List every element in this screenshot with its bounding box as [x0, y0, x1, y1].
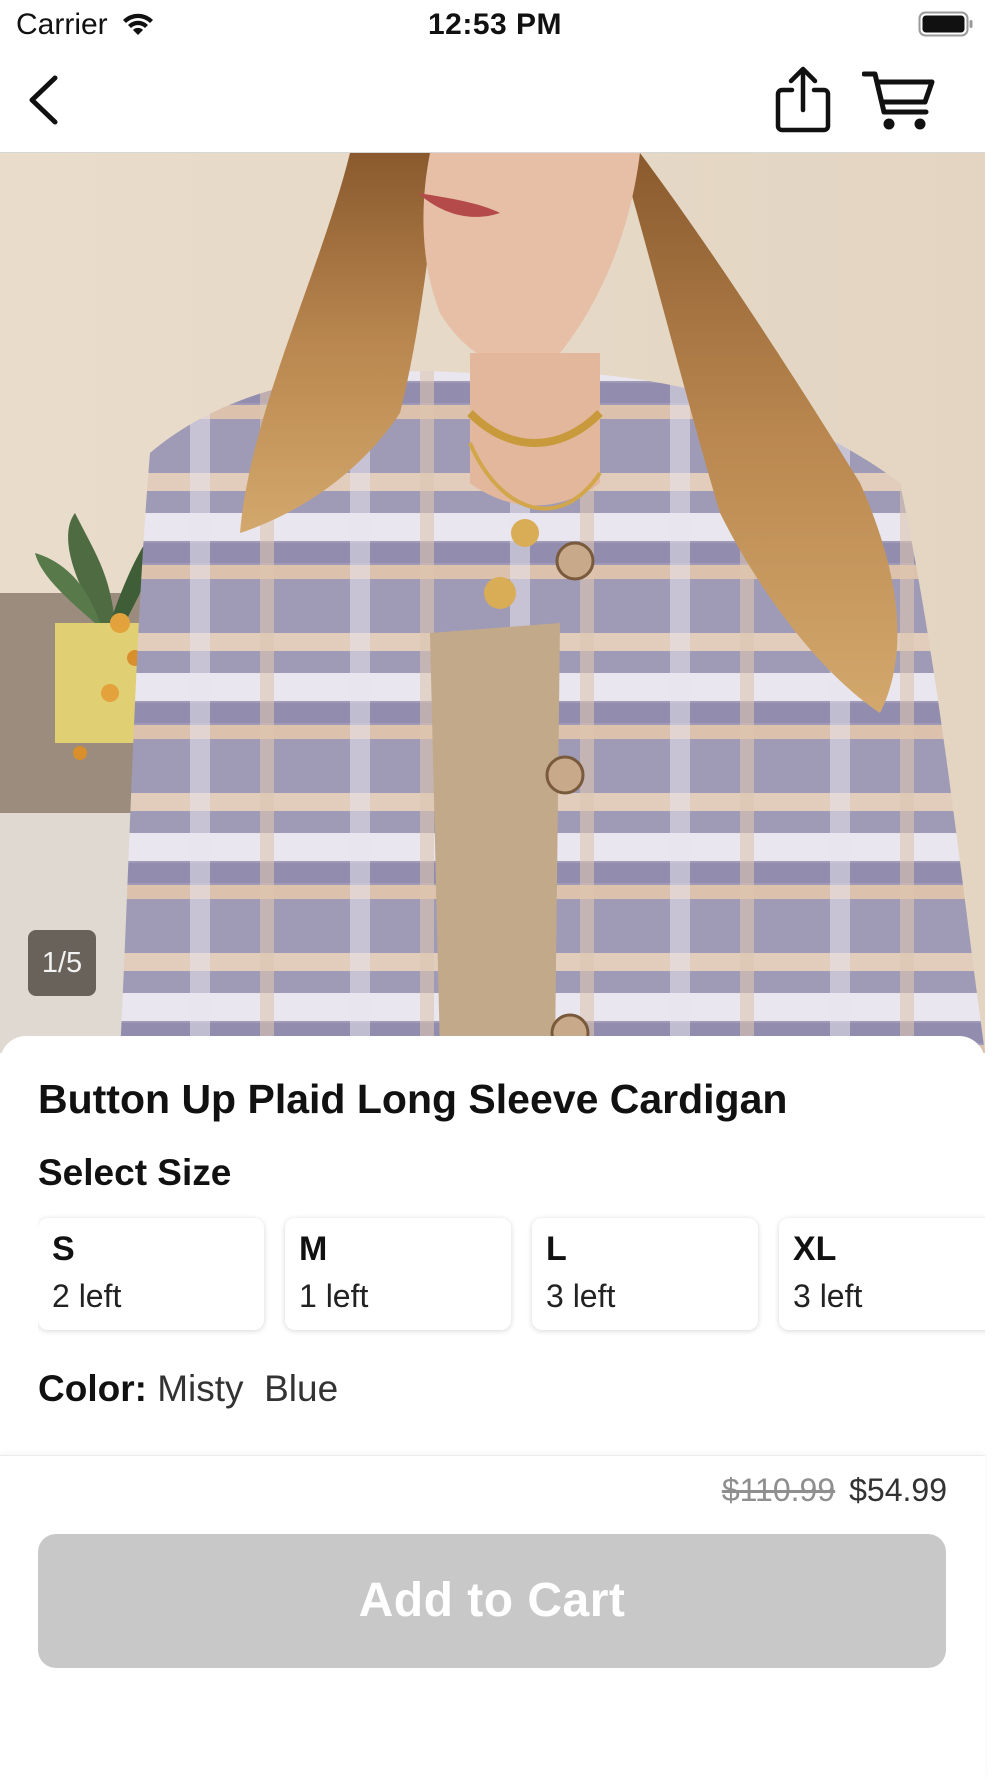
- size-label: L: [546, 1230, 567, 1268]
- original-price: $110.99: [721, 1472, 836, 1508]
- size-stock: 3 left: [793, 1278, 863, 1314]
- product-details-sheet: Button Up Plaid Long Sleeve Cardigan Sel…: [0, 1036, 985, 1456]
- product-title: Button Up Plaid Long Sleeve Cardigan: [38, 1076, 788, 1122]
- size-stock: 1 left: [299, 1278, 369, 1314]
- size-option-xl[interactable]: XL 3 left: [779, 1218, 985, 1330]
- image-counter: 1/5: [28, 930, 96, 996]
- size-stock: 3 left: [546, 1278, 616, 1314]
- navigation-bar: [0, 50, 985, 153]
- cart-icon: [861, 71, 935, 130]
- back-button[interactable]: [22, 72, 72, 128]
- size-label: XL: [793, 1230, 837, 1268]
- status-bar: Carrier 12:53 PM: [0, 0, 990, 50]
- product-detail-screen: Carrier 12:53 PM 1/5 Button Up Plaid Lon…: [0, 0, 1000, 1779]
- add-to-cart-button[interactable]: Add to Cart: [38, 1534, 946, 1668]
- product-image-gallery[interactable]: 1/5: [0, 153, 985, 1053]
- size-label: M: [299, 1230, 328, 1268]
- battery-full-icon: [918, 11, 973, 37]
- color-label: Color:: [38, 1368, 147, 1409]
- size-selector: S 2 left M 1 left L 3 left XL 3 left: [38, 1212, 985, 1336]
- color-value: Misty Blue: [157, 1368, 339, 1409]
- price-row: $110.99 $54.99: [722, 1472, 947, 1509]
- color-info: Color: Misty Blue: [38, 1368, 338, 1410]
- share-icon: [775, 66, 831, 133]
- purchase-bar: $110.99 $54.99 Add to Cart: [0, 1455, 985, 1779]
- size-option-s[interactable]: S 2 left: [38, 1218, 264, 1330]
- size-section-heading: Select Size: [38, 1152, 232, 1193]
- chevron-left-icon: [29, 75, 58, 125]
- cart-button[interactable]: [861, 68, 936, 134]
- status-time: 12:53 PM: [427, 8, 563, 41]
- size-label: S: [52, 1230, 75, 1268]
- product-photo: [0, 153, 985, 1053]
- share-button[interactable]: [772, 64, 834, 134]
- size-option-m[interactable]: M 1 left: [285, 1218, 511, 1330]
- size-option-l[interactable]: L 3 left: [532, 1218, 758, 1330]
- sale-price: $54.99: [849, 1472, 947, 1508]
- size-stock: 2 left: [52, 1278, 122, 1314]
